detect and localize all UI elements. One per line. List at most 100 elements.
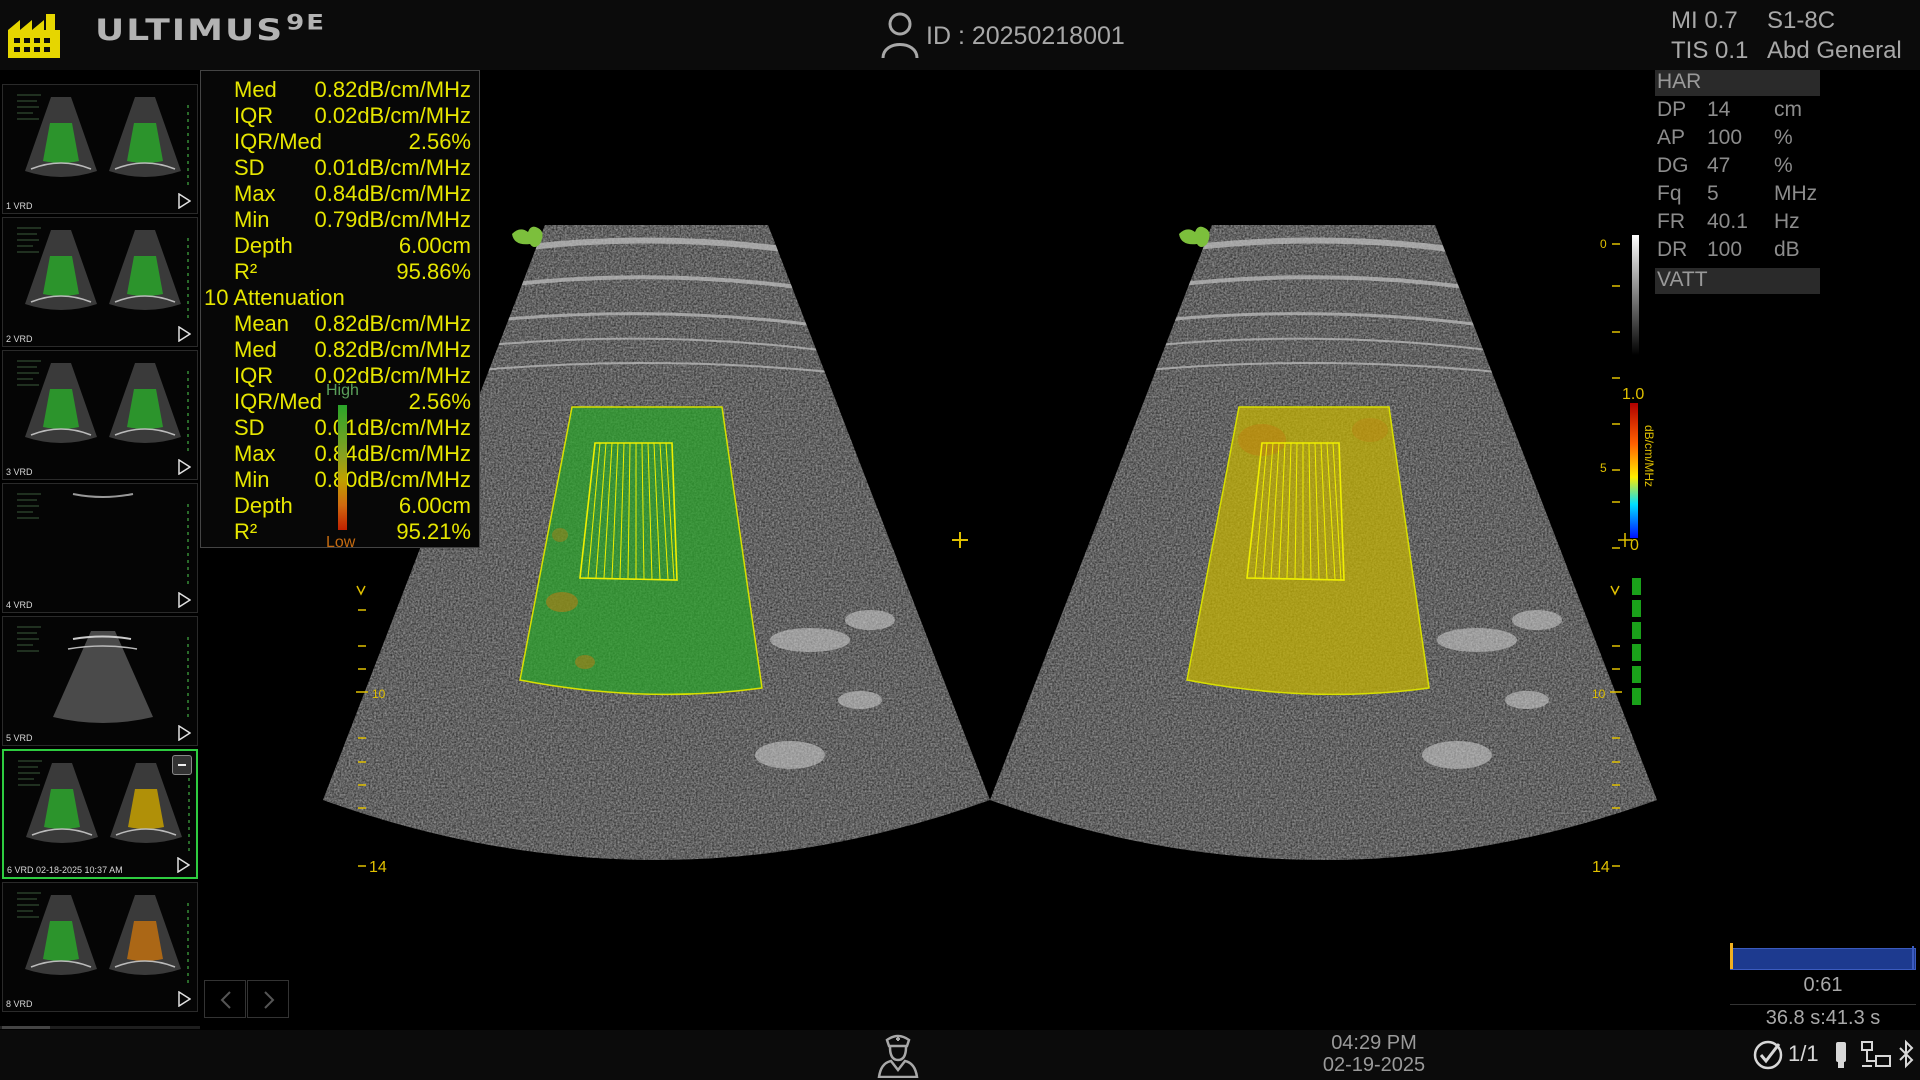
prev-page-button[interactable] [204,980,246,1018]
measurement-key: Mean [234,311,290,336]
thumbnail-5[interactable]: 5 VRD [2,616,198,746]
measurement-key: Depth [234,493,293,518]
measurement-key: Max [234,181,276,206]
thumbnail-scroll-thumb[interactable] [2,1026,50,1029]
quality-scale-bar [338,405,347,530]
cine-start-marker[interactable] [1730,943,1733,969]
play-icon[interactable] [177,193,191,209]
thumbnail-image [17,626,189,723]
vatt-mode-label: VATT [1655,268,1820,294]
param-key: DG [1657,154,1689,177]
bluetooth-icon[interactable] [1899,1039,1914,1069]
right-depth-14: 14 [1592,859,1610,876]
measurement-key: IQR/Med [234,389,323,414]
play-icon[interactable] [177,991,191,1007]
play-icon[interactable] [177,592,191,608]
next-page-button[interactable] [247,980,289,1018]
color-bar-min: 0 [1630,537,1639,554]
measurement-value: 6.00cm [398,233,471,258]
status-icon-tray [1752,1036,1920,1074]
har-mode-label: HAR [1655,70,1820,96]
doctor-icon[interactable] [875,1030,921,1078]
measurement-value: 0.82dB/cm/MHz [314,77,472,102]
cine-time-range: 36.8 s:41.3 s [1730,1004,1916,1030]
measurement-row: Min 0.79dB/cm/MHz [201,207,479,233]
measurement-key: Mean [234,71,289,77]
thumbnail-1[interactable]: 1 VRD [2,84,198,214]
param-unit: MHz [1774,182,1818,205]
measurement-value: 95.21% [396,519,471,544]
measurement-key: Min [234,467,270,492]
quality-high-label: High [326,382,359,399]
chevron-left-icon [220,991,231,1009]
minimize-button[interactable] [172,755,192,775]
clock-time: 04:29 PM [1331,1032,1417,1054]
play-icon[interactable] [177,459,191,475]
check-icon[interactable] [1753,1040,1783,1070]
thumbnail-3[interactable]: 3 VRD [2,350,198,480]
thumbnail-label: 2 VRD [6,334,33,344]
measurement-row: Mean 0.82dB/cm/MHz [201,311,479,337]
param-value: 100 [1707,126,1743,149]
param-unit: Hz [1774,210,1800,233]
cine-progress-bar[interactable] [1730,948,1916,970]
play-icon[interactable] [177,725,191,741]
measurement-key: Depth [234,233,293,258]
minus-icon [178,764,186,766]
measurement-row: Depth 6.00cm [201,233,479,259]
thumbnail-label: 8 VRD [6,999,33,1009]
param-value: 100 [1707,238,1743,261]
gray-scale-bar [1632,235,1639,355]
quality-low-label: Low [326,534,356,551]
thumbnail-label: 5 VRD [6,733,33,743]
measurement-value: 0.01dB/cm/MHz [314,155,472,180]
play-icon[interactable] [177,326,191,342]
measurement-value: 95.86% [396,259,471,284]
right-depth-0: 0 [1600,237,1607,251]
param-key: DP [1657,98,1687,121]
thumbnail-image [17,360,189,451]
measurement-row: Med 0.82dB/cm/MHz [201,337,479,363]
param-unit: % [1774,154,1793,177]
measurement-key: SD [234,155,265,180]
clock-date: 02-19-2025 [1322,1054,1426,1076]
color-bar-max: 1.0 [1622,386,1644,403]
thumbnail-2[interactable]: 2 VRD [2,217,198,347]
thumbnail-label: 1 VRD [6,201,33,211]
network-icon[interactable] [1861,1041,1891,1067]
thumbnail-7[interactable]: 8 VRD [2,882,198,1012]
thumbnail-4[interactable]: 4 VRD [2,483,198,613]
measurement-value: 0.82dB/cm/MHz [314,337,472,362]
thumbnail-label: 6 VRD 02-18-2025 10:37 AM [7,865,123,875]
green-indicator-blocks [1632,578,1641,705]
thumbnail-image [17,892,189,983]
measurement-value: 0.82dB/cm/MHz [314,311,472,336]
thumbnail-image [18,760,190,851]
usb-drive-icon[interactable] [1836,1042,1846,1068]
center-crosshair [952,532,968,548]
thumbnail-image [17,493,189,584]
param-key: AP [1657,126,1686,149]
thumbnail-image [17,94,189,185]
measurement-row: Mean 0.82dB/cm/MHz [201,71,479,77]
param-unit: cm [1774,98,1802,121]
cine-end-marker[interactable] [1912,946,1914,970]
measurement-row: Med 0.82dB/cm/MHz [201,77,479,103]
param-key: FR [1657,210,1685,233]
param-value: 5 [1707,182,1719,205]
thumbnail-strip[interactable]: 1 VRD 2 VRD 3 VRD 4 VRD 5 VRD 6 VRD 02-18-202… [0,84,200,1018]
results-section-heading: 10 Attenuation [201,285,479,311]
measurement-value: 0.02dB/cm/MHz [314,103,472,128]
measurement-key: IQR/Med [234,129,323,154]
measurement-value: 0.82dB/cm/MHz [315,71,472,77]
measurement-key: Max [234,441,276,466]
measurement-row: Max 0.84dB/cm/MHz [201,181,479,207]
measurement-row: R² 95.86% [201,259,479,285]
measurement-value: 0.79dB/cm/MHz [314,207,472,232]
param-key: Fq [1657,182,1682,205]
thumbnail-6[interactable]: 6 VRD 02-18-2025 10:37 AM [2,749,198,879]
measurement-key: R² [234,259,258,284]
measurement-value: 2.56% [408,129,471,154]
play-icon[interactable] [176,857,190,873]
right-depth-10: 10 [1592,687,1606,701]
